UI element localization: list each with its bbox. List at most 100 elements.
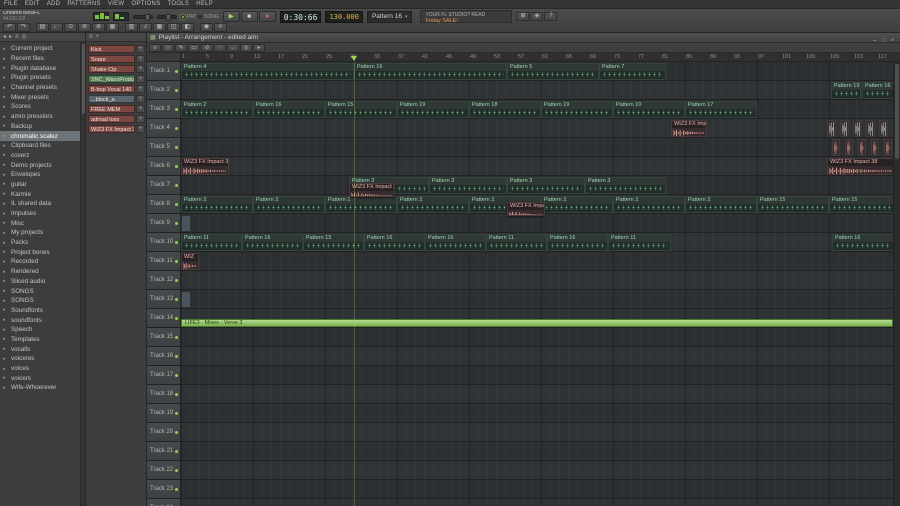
redo-icon[interactable]: ↷ <box>17 23 30 32</box>
timeline-ruler[interactable]: 1 5 9 13 17 21 25 29 33 37 41 45 49 53 57 61 65 69 73 77 81 8… <box>181 53 893 61</box>
pencil-icon[interactable]: ✎ <box>175 43 187 52</box>
browser-menu-icon[interactable]: ≡ <box>15 33 19 41</box>
track-lane[interactable] <box>181 138 893 156</box>
track-mute-led[interactable] <box>175 183 178 187</box>
browser-item-my-projects[interactable]: ▸ My projects <box>0 228 80 238</box>
browser-item-demo-projects[interactable]: ▸ Demo projects <box>0 160 80 170</box>
playlist-menu-icon[interactable]: ≡ <box>149 43 161 52</box>
browser-item-voices[interactable]: ▸ voices <box>0 364 80 374</box>
browser-item-songs[interactable]: ▸ SONGS <box>0 286 80 296</box>
track-lane[interactable]: Pattern 2 Pattern 2 Pattern 2 Pattern 2 Patt… <box>181 195 893 216</box>
pattern-clip[interactable]: Pattern 16 <box>253 101 325 118</box>
track-lane[interactable] <box>181 423 893 441</box>
magnet-icon[interactable]: ◇ <box>162 43 174 52</box>
track-header[interactable]: Track 16 <box>147 347 181 365</box>
add-to-playlist-button[interactable]: + <box>136 85 145 93</box>
pattern-clip[interactable]: Pattern 16 <box>354 63 507 80</box>
master-pitch-slider[interactable] <box>157 13 177 21</box>
track-mute-led[interactable] <box>175 240 178 244</box>
browser-item-project-bones[interactable]: ▸ Project bones <box>0 247 80 257</box>
audio-clip[interactable]: WIZ3 FX Impact 38 <box>181 158 229 175</box>
delete-icon[interactable]: ⊘ <box>201 43 213 52</box>
browser-item-backup[interactable]: ▸ Backup <box>0 122 80 132</box>
browser-item-amro-presslors[interactable]: ▸ amro presslors <box>0 112 80 122</box>
browser-item-misc[interactable]: ▸ Misc <box>0 218 80 228</box>
pattern-clip[interactable]: Pattern 5 <box>507 63 599 80</box>
pattern-clip[interactable]: Pattern 16 <box>832 234 893 251</box>
menu-patterns[interactable]: PATTERNS <box>67 1 101 7</box>
browser-item-channel-presets[interactable]: ▸ Channel presets <box>0 83 80 93</box>
track-header[interactable]: Track 6 <box>147 157 181 175</box>
track-lane[interactable]: WIZ <box>181 252 893 270</box>
pattern-item[interactable]: Snare + <box>86 54 146 64</box>
track-lane[interactable] <box>181 442 893 460</box>
pattern-clip[interactable]: Pattern 2 <box>613 196 685 213</box>
track-header[interactable]: Track 8 <box>147 195 181 213</box>
wait-input-icon[interactable]: ⊙ <box>64 23 77 32</box>
pattern-clip[interactable]: Pattern 4 <box>181 63 354 80</box>
add-to-playlist-button[interactable]: + <box>136 75 145 83</box>
browser-item-current-project[interactable]: ▸ Current project <box>0 44 80 54</box>
track-mute-led[interactable] <box>175 202 178 206</box>
track-lane[interactable] <box>181 385 893 403</box>
playhead-marker[interactable] <box>351 56 357 61</box>
browser-item-recorded[interactable]: ▸ Recorded <box>0 257 80 267</box>
browser-item-plugin-presets[interactable]: ▸ Plugin presets <box>0 73 80 83</box>
pattern-clip[interactable]: Pattern 19 <box>397 101 469 118</box>
browser-item-clipboard-files[interactable]: ▸ Clipboard files <box>0 141 80 151</box>
menu-edit[interactable]: EDIT <box>25 1 40 7</box>
typing-keyboard-icon[interactable]: ▤ <box>36 23 49 32</box>
track-mute-led[interactable] <box>175 449 178 453</box>
browser-item-guitar[interactable]: ▸ guitar <box>0 180 80 190</box>
track-lane[interactable] <box>181 366 893 384</box>
menu-tools[interactable]: TOOLS <box>168 1 190 7</box>
pattern-item[interactable]: B-bop Vocal 140 + <box>86 84 146 94</box>
slip-icon[interactable]: ↔ <box>227 43 239 52</box>
track-mute-led[interactable] <box>175 107 178 111</box>
pattern-item[interactable]: Shake Clp + <box>86 64 146 74</box>
track-lane[interactable] <box>181 347 893 365</box>
step-edit-icon[interactable]: ▦ <box>106 23 119 32</box>
playlist-title-bar[interactable]: ▦ Playlist - Arrangement - edited aim – □… <box>147 33 900 44</box>
browser-item-scores[interactable]: ▸ Scores <box>0 102 80 112</box>
menu-options[interactable]: OPTIONS <box>131 1 160 7</box>
pattern-clip[interactable]: Pattern 2 <box>181 101 253 118</box>
track-lane[interactable]: Pattern 2 Pattern 16 Pattern 15 Pattern 19 P… <box>181 100 893 118</box>
pattern-add-icon[interactable]: + <box>96 34 100 40</box>
playlist-vertical-scrollbar[interactable] <box>893 62 900 506</box>
browser-item-mixer-presets[interactable]: ▸ Mixer presets <box>0 92 80 102</box>
track-header[interactable]: Track 17 <box>147 366 181 384</box>
browser-collapse-icon[interactable]: ◂ <box>3 33 6 41</box>
track-header[interactable]: Track 10 <box>147 233 181 251</box>
browser-scrollbar[interactable] <box>80 42 85 506</box>
pattern-clip[interactable]: Pattern 16 <box>425 234 486 251</box>
track-header[interactable]: Track 3 <box>147 100 181 118</box>
track-header[interactable]: Track 4 <box>147 119 181 137</box>
track-mute-led[interactable] <box>175 411 178 415</box>
audio-stab-clip[interactable] <box>858 139 866 156</box>
browser-item-vocalls[interactable]: ▸ vocalls <box>0 344 80 354</box>
track-mute-led[interactable] <box>175 335 178 339</box>
metronome-icon[interactable]: ♩ <box>50 23 63 32</box>
audio-clip[interactable]: WIZ3 FX Impact 30 <box>349 183 395 197</box>
track-lane[interactable] <box>181 499 893 506</box>
add-to-playlist-button[interactable]: + <box>136 115 145 123</box>
track-lane[interactable]: WIZ3 FX Impact 38 WIZ3 FX Impact 38 <box>181 157 893 175</box>
track-header[interactable]: Track 19 <box>147 404 181 422</box>
track-mute-led[interactable] <box>175 430 178 434</box>
track-header[interactable]: Track 7 <box>147 176 181 194</box>
track-mute-led[interactable] <box>175 487 178 491</box>
track-header[interactable]: Track 9 <box>147 214 181 232</box>
menu-add[interactable]: ADD <box>47 1 61 7</box>
pattern-clip[interactable]: Pattern 10 <box>613 101 685 118</box>
track-mute-led[interactable] <box>175 278 178 282</box>
snap-icon[interactable]: # <box>214 23 227 32</box>
add-to-playlist-button[interactable]: + <box>136 45 145 53</box>
pattern-clip[interactable]: Pattern 2 <box>397 196 469 213</box>
track-lane[interactable] <box>181 461 893 479</box>
pattern-menu-icon[interactable]: ≡ <box>89 34 93 40</box>
paint-icon[interactable]: ▭ <box>188 43 200 52</box>
pattern-clip[interactable]: Pattern 15 <box>757 196 829 213</box>
pattern-clip[interactable]: Pattern 17 <box>685 101 757 118</box>
track-lane[interactable]: Pattern 19 Pattern 16 <box>181 81 893 99</box>
